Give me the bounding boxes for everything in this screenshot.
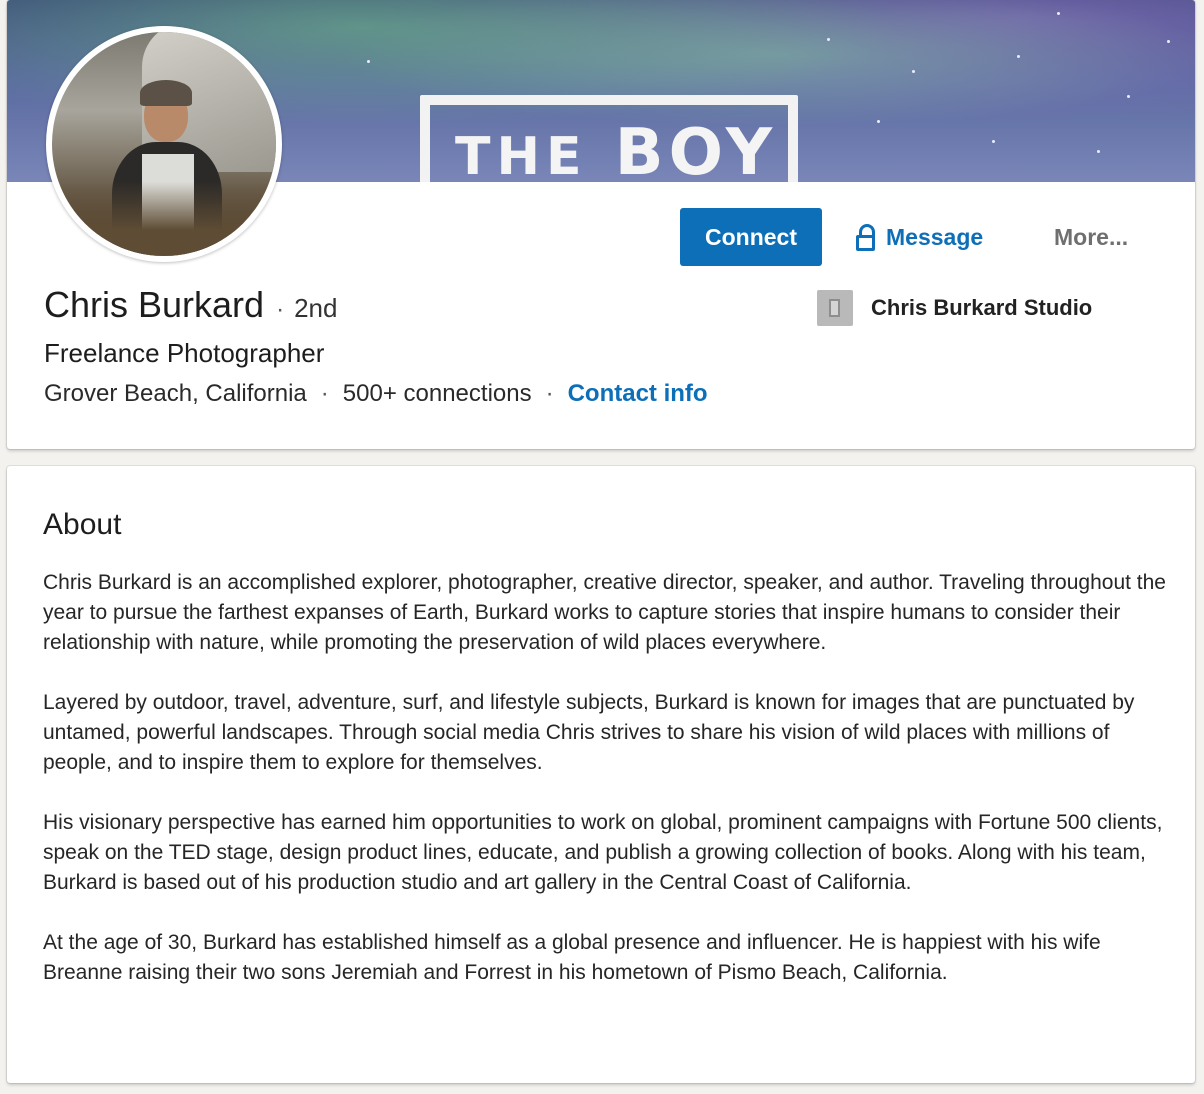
meta-separator: · (320, 380, 329, 407)
company-name: Chris Burkard Studio (871, 295, 1093, 320)
about-paragraph: Chris Burkard is an accomplished explore… (43, 571, 1166, 654)
profile-name-row: Chris Burkard · 2nd (44, 284, 337, 326)
avatar-photo (52, 32, 276, 256)
profile-name: Chris Burkard (44, 284, 265, 325)
contact-info-link[interactable]: Contact info (568, 380, 708, 408)
connection-degree: 2nd (294, 293, 338, 323)
profile-top-card: THE BOY Connect Message More... Chris Bu… (7, 0, 1195, 449)
message-button-label: Message (886, 223, 984, 250)
avatar[interactable] (46, 26, 282, 262)
name-separator: · (276, 296, 285, 323)
building-icon (817, 290, 853, 326)
more-button[interactable]: More... (1054, 208, 1128, 266)
about-title: About (43, 508, 122, 541)
about-body: Chris Burkard is an accomplished explore… (43, 568, 1168, 1018)
connections-count[interactable]: 500+ connections (343, 380, 532, 408)
banner-logo-text: THE BOY (455, 116, 778, 182)
lock-icon (856, 224, 876, 251)
about-card: About Chris Burkard is an accomplished e… (7, 466, 1195, 1083)
connect-button[interactable]: Connect (680, 208, 822, 266)
message-button[interactable]: Message (856, 208, 983, 266)
about-paragraph: At the age of 30, Burkard has establishe… (43, 931, 1101, 984)
profile-headline: Freelance Photographer (44, 338, 325, 368)
profile-location: Grover Beach, California (44, 380, 307, 407)
connect-button-label: Connect (705, 223, 797, 250)
more-button-label: More... (1054, 223, 1129, 250)
profile-meta-row: Grover Beach, California · 500+ connecti… (44, 380, 708, 408)
meta-separator: · (545, 380, 554, 407)
about-paragraph: His visionary perspective has earned him… (43, 811, 1163, 894)
current-company[interactable]: Chris Burkard Studio (817, 290, 1092, 326)
about-paragraph: Layered by outdoor, travel, adventure, s… (43, 691, 1135, 774)
